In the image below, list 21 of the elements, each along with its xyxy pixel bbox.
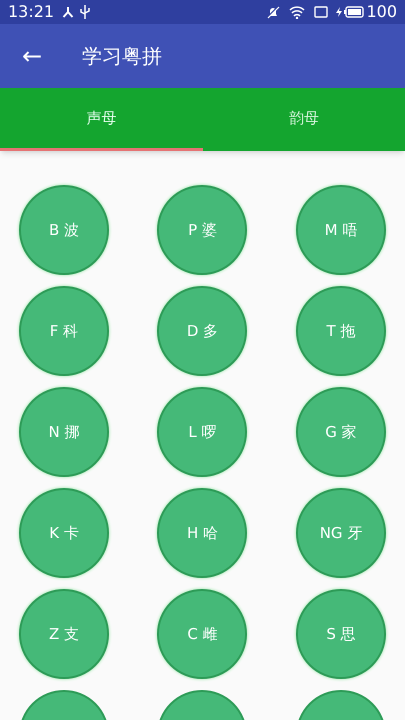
letter-button[interactable]: NG 牙 xyxy=(296,488,386,578)
battery-level: 100 xyxy=(366,1,397,23)
letter-button[interactable]: B 波 xyxy=(19,185,109,275)
letter-button[interactable]: K 卡 xyxy=(19,488,109,578)
letter-button[interactable]: L 啰 xyxy=(157,387,248,477)
letter-button[interactable]: N 挪 xyxy=(19,387,109,477)
tab[interactable]: 韵母 xyxy=(202,88,405,151)
letter-button[interactable]: S 思 xyxy=(296,589,386,679)
letter-button[interactable]: G 家 xyxy=(296,387,386,477)
status-time: 13:21 xyxy=(8,1,54,23)
letter-button[interactable]: M 唔 xyxy=(296,185,386,275)
page-title: 学习粤拼 xyxy=(82,43,162,70)
letter-button[interactable]: T 拖 xyxy=(296,286,386,376)
letter-button[interactable]: D 多 xyxy=(157,286,248,376)
back-button[interactable]: ← xyxy=(20,44,44,68)
letter-button[interactable]: F 科 xyxy=(19,286,109,376)
letter-button[interactable]: P 婆 xyxy=(157,185,248,275)
letter-button[interactable]: H 哈 xyxy=(157,488,248,578)
tab[interactable]: 声母 xyxy=(0,88,202,151)
letter-button[interactable]: Z 支 xyxy=(19,589,109,679)
letter-button[interactable]: C 雌 xyxy=(157,589,248,679)
